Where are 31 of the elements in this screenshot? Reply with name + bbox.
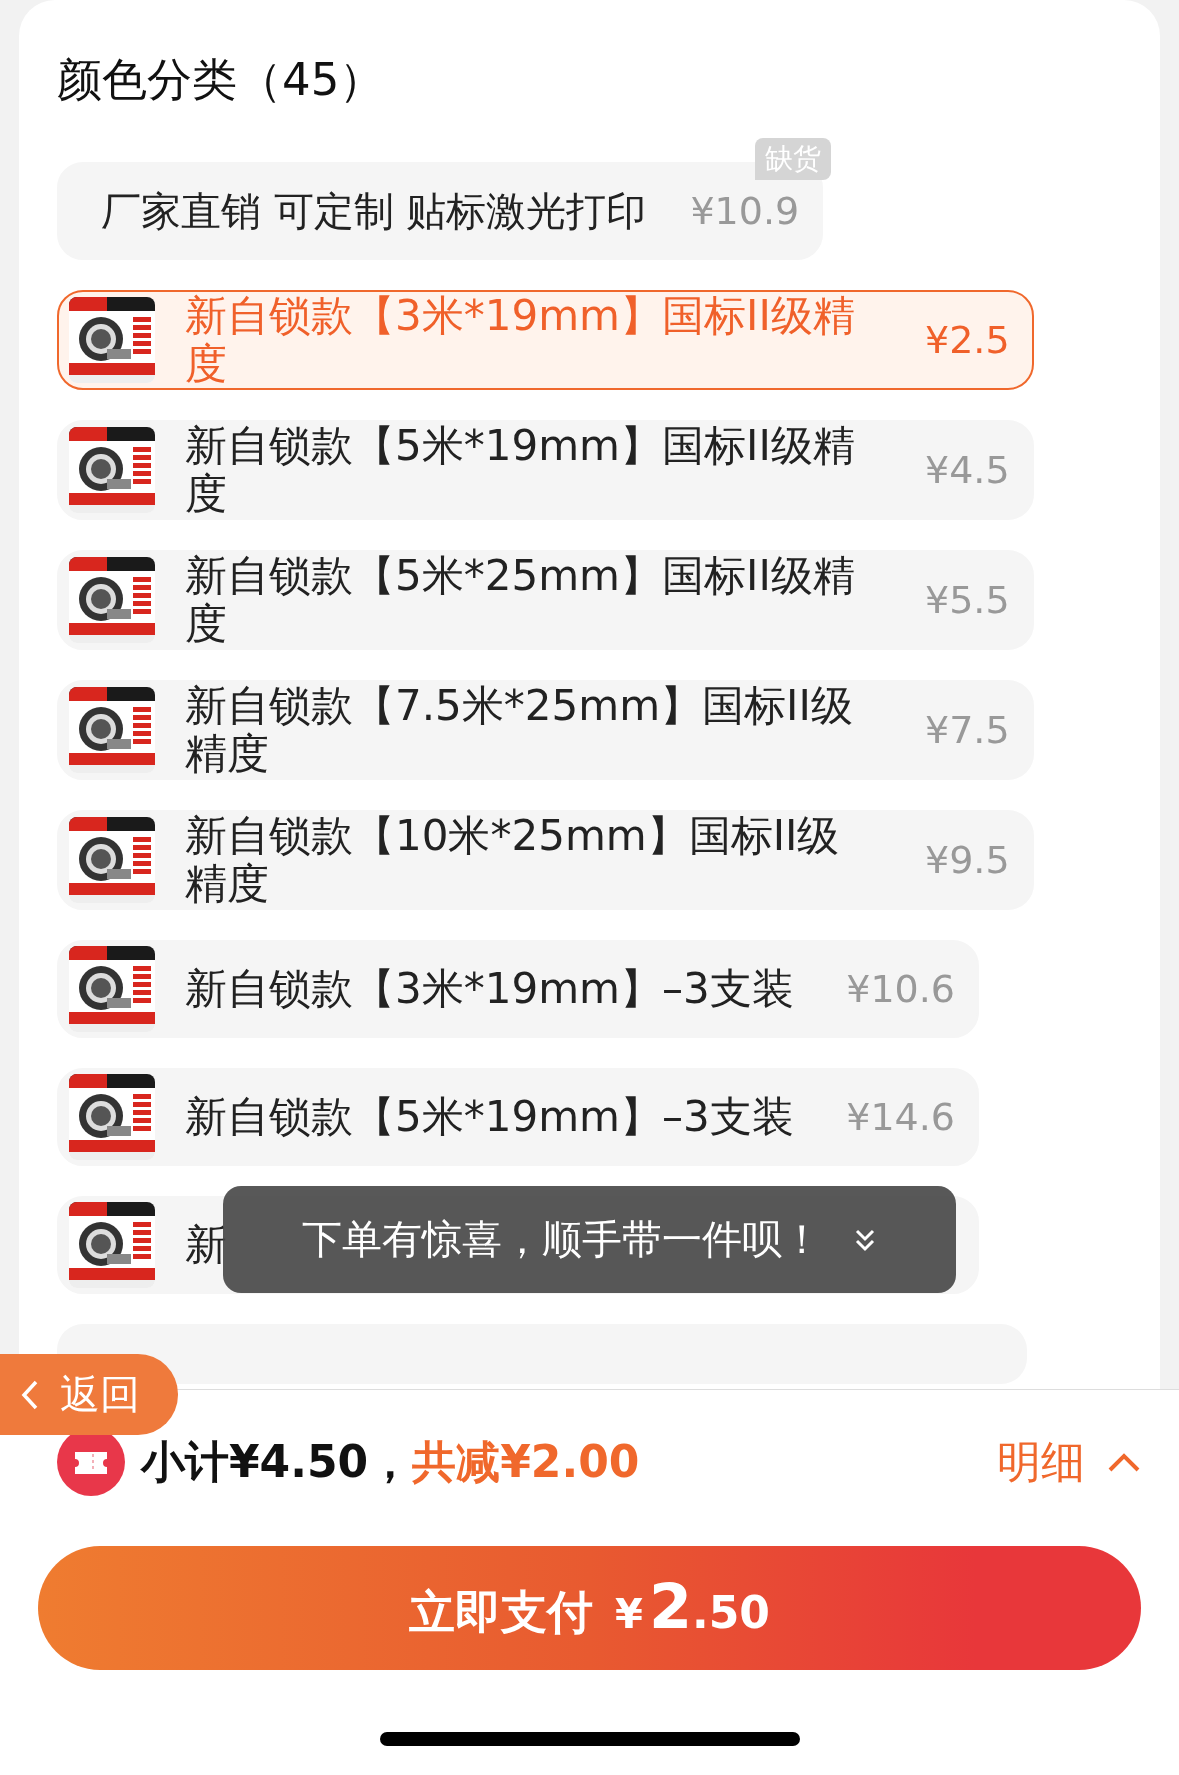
- option-name: 厂家直销 可定制 贴标激光打印: [101, 187, 647, 235]
- toast[interactable]: 下单有惊喜，顺手带一件呗！: [223, 1186, 956, 1293]
- option-name: 新自锁款【10米*25mm】国标II级精度: [185, 812, 841, 908]
- option-name: 新自锁款【3米*19mm】–3支装: [185, 965, 794, 1013]
- option-item[interactable]: 新自锁款【3米*19mm】–3支装 ¥10.6: [57, 940, 979, 1038]
- option-price: ¥2.5: [924, 318, 1010, 362]
- option-price: ¥10.9: [689, 189, 800, 233]
- option-name: 新自锁款【5米*25mm】国标II级精度: [185, 552, 856, 648]
- option-price: ¥7.5: [924, 708, 1010, 752]
- option-name: 新自锁款【7.5米*25mm】国标II级精度: [185, 682, 854, 778]
- option-item[interactable]: 新自锁款【10米*25mm】国标II级精度 ¥9.5: [57, 810, 1034, 910]
- option-price: ¥4.5: [924, 448, 1010, 492]
- chevron-left-icon: [20, 1378, 40, 1411]
- pay-button[interactable]: 立即支付 ¥2.50: [38, 1546, 1141, 1670]
- toast-text: 下单有惊喜，顺手带一件呗！: [301, 1215, 822, 1264]
- option-item[interactable]: 新自锁款【5米*19mm】–3支装 ¥14.6: [57, 1068, 979, 1166]
- discount-text: 共减¥2.00: [412, 1434, 640, 1489]
- option-price: ¥14.6: [845, 1095, 955, 1139]
- section-title: 颜色分类（45）: [57, 52, 385, 108]
- subtotal-text: 小计¥4.50，: [141, 1434, 413, 1489]
- option-price: ¥5.5: [924, 578, 1010, 622]
- option-item[interactable]: 新自锁款【5米*25mm】国标II级精度 ¥5.5: [57, 550, 1034, 650]
- option-price: ¥10.6: [845, 967, 955, 1011]
- option-name: 新自锁款【3米*19mm】国标II级精度: [185, 292, 856, 388]
- option-price: ¥9.5: [924, 838, 1010, 882]
- chevron-up-icon: [1107, 1451, 1141, 1473]
- option-item[interactable]: 新自锁款【5米*19mm】国标II级精度 ¥4.5: [57, 420, 1034, 520]
- option-name: 新自锁款【5米*19mm】–3支装: [185, 1093, 794, 1141]
- option-name: 新自锁款【5米*19mm】国标II级精度: [185, 422, 856, 518]
- option-item[interactable]: 厂家直销 可定制 贴标激光打印 ¥10.9: [57, 162, 824, 260]
- option-item[interactable]: 新自锁款【7.5米*25mm】国标II级精度 ¥7.5: [57, 680, 1034, 780]
